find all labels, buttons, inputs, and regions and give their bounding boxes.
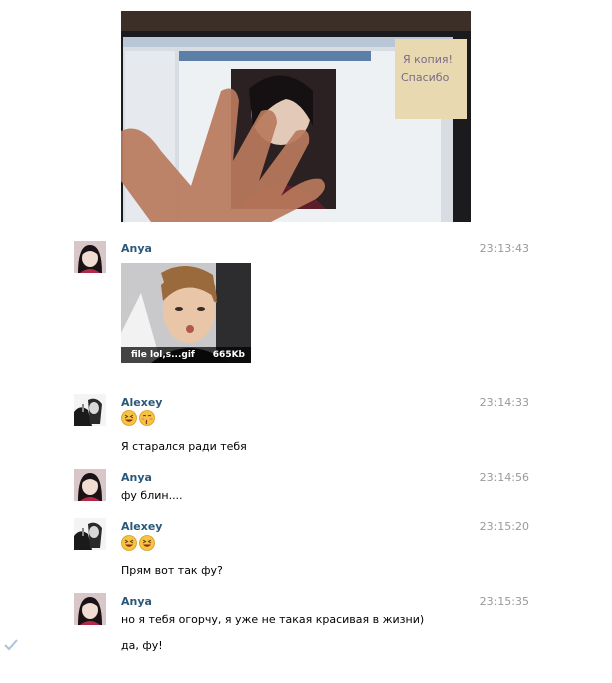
- message-time[interactable]: 23:13:43: [480, 242, 529, 255]
- avatar-anya[interactable]: [74, 593, 106, 625]
- avatar-alexey[interactable]: [74, 394, 106, 426]
- read-check-icon: [4, 639, 18, 651]
- avatar-alexey[interactable]: [74, 518, 106, 550]
- laughing-emoji-icon: [121, 410, 137, 426]
- sticky-note-text: Я копия!: [403, 53, 453, 66]
- message-time[interactable]: 23:15:20: [480, 520, 529, 533]
- message-time[interactable]: 23:15:35: [480, 595, 529, 608]
- message-time[interactable]: 23:14:33: [480, 396, 529, 409]
- message-text: но я тебя огорчу, я уже не такая красива…: [121, 613, 425, 626]
- avatar-anya[interactable]: [74, 469, 106, 501]
- photo-attachment[interactable]: Я копия! Спасибо: [121, 11, 471, 222]
- emoji-row: [121, 535, 157, 551]
- author-name[interactable]: Anya: [121, 242, 152, 255]
- author-name[interactable]: Anya: [121, 595, 152, 608]
- gif-info-bar: file lol,s...gif 665Kb: [121, 347, 251, 363]
- emoji-row: [121, 410, 157, 426]
- author-name[interactable]: Alexey: [121, 520, 162, 533]
- message-text: фу блин....: [121, 489, 183, 502]
- avatar-anya[interactable]: [74, 241, 106, 273]
- author-name[interactable]: Anya: [121, 471, 152, 484]
- message-text: Я старался ради тебя: [121, 440, 247, 453]
- laughing-emoji-icon: [139, 535, 155, 551]
- sticky-note-text-2: Спасибо: [401, 71, 450, 84]
- laughing-emoji-icon: [121, 535, 137, 551]
- author-name[interactable]: Alexey: [121, 396, 162, 409]
- gif-attachment[interactable]: file lol,s...gif 665Kb: [121, 263, 251, 363]
- message-text: Прям вот так фу?: [121, 564, 223, 577]
- message-time[interactable]: 23:14:56: [480, 471, 529, 484]
- gif-file-name: file lol,s...gif: [131, 350, 195, 360]
- gif-file-size: 665Kb: [212, 350, 245, 360]
- kissing-emoji-icon: [139, 410, 155, 426]
- message-text: да, фу!: [121, 639, 163, 652]
